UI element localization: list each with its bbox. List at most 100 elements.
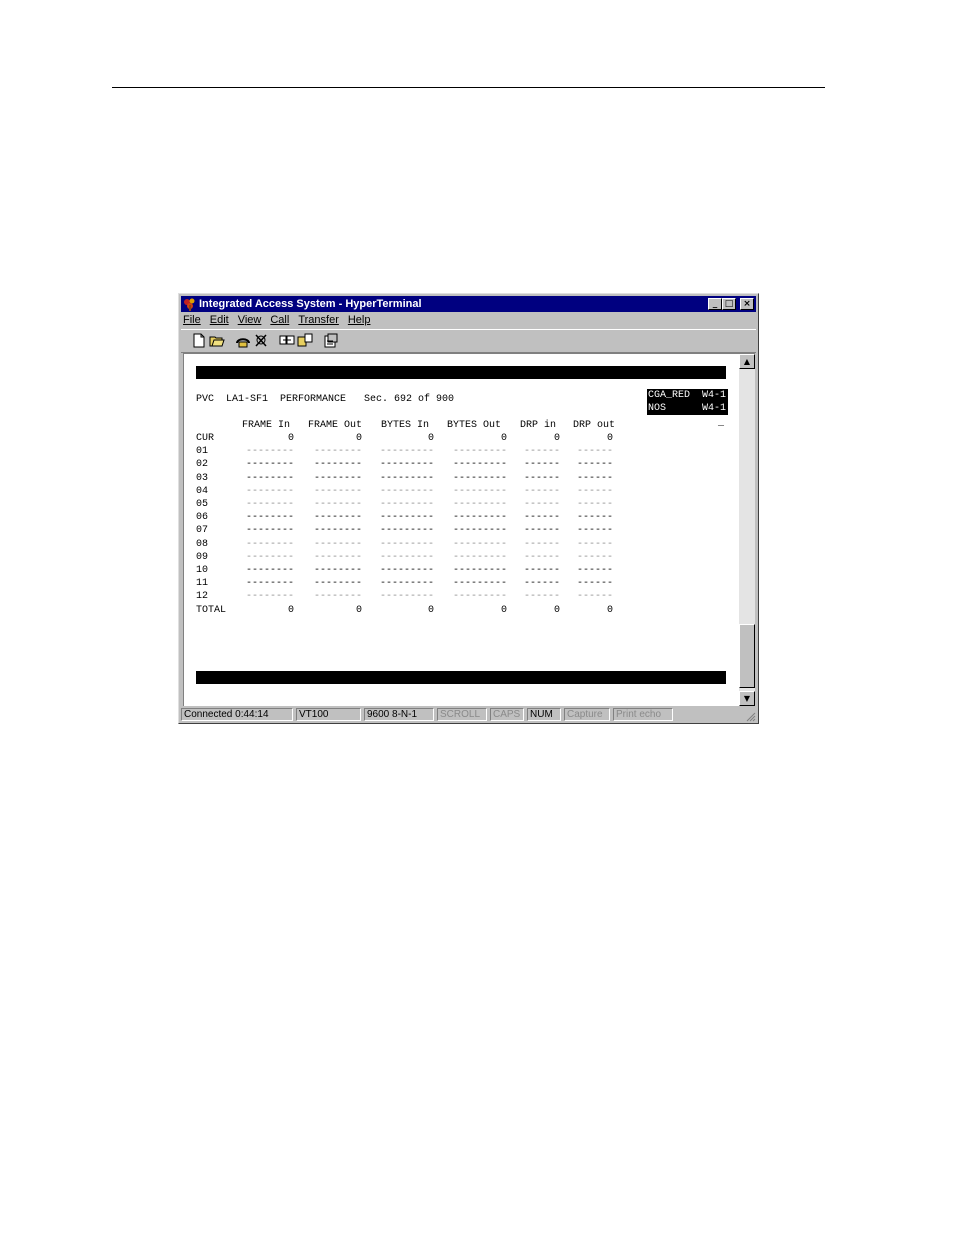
row-interval-12-cell: ------ [523,591,560,603]
row-total-cell: 0 [606,604,613,616]
page-top-rule [112,87,825,88]
menu-call[interactable]: Call [270,314,289,326]
row-interval-05-cell: -------- [245,499,294,510]
send-icon[interactable] [279,333,295,348]
status-port-settings: 9600 8-N-1 [364,708,434,721]
row-total-cell: 0 [500,604,507,616]
row-interval-11-cell: ------ [523,578,560,590]
row-interval-10-cell: ------ [523,565,560,576]
window-title: Integrated Access System - HyperTerminal [199,298,422,310]
scroll-up-arrow-icon[interactable]: ▲ [739,354,755,369]
disconnect-icon[interactable] [253,333,269,348]
row-interval-04-cell: --------- [379,485,434,497]
row-interval-09-cell: ------ [523,551,560,563]
scroll-thumb[interactable] [739,624,755,688]
row-interval-07-cell: --------- [452,525,507,537]
row-interval-05-cell: --------- [452,499,507,510]
row-interval-01-label: 01 [196,446,209,458]
row-interval-01-cell: --------- [452,446,507,458]
row-interval-03-cell: -------- [313,472,362,484]
properties-icon[interactable] [323,333,339,348]
row-interval-08-cell: ------ [576,538,613,550]
row-interval-08-cell: --------- [452,538,507,550]
close-button[interactable]: × [740,298,754,310]
col-bytes-out: BYTES Out [447,420,502,431]
row-interval-06-cell: ------ [576,512,613,524]
row-interval-07-cell: --------- [379,525,434,537]
receive-icon[interactable] [297,333,313,348]
row-interval-12-cell: --------- [452,591,507,603]
menu-help[interactable]: Help [348,314,371,326]
row-interval-11-label: 11 [196,578,209,590]
hyperterminal-app-icon [184,298,195,311]
row-interval-05-cell: --------- [379,499,434,510]
row-total-label: TOTAL [196,604,227,616]
col-bytes-in: BYTES In [381,420,430,431]
menu-edit[interactable]: Edit [210,314,229,326]
row-interval-08-cell: --------- [379,538,434,550]
menu-transfer[interactable]: Transfer [298,314,339,326]
row-total-cell: 0 [553,604,560,616]
row-interval-02-cell: ------ [523,459,560,471]
row-cur-cell: 0 [287,433,294,444]
row-interval-07-cell: ------ [523,525,560,537]
scroll-down-arrow-icon[interactable]: ▼ [739,691,755,706]
alarm-nos: NOS W4-1 [647,402,728,415]
connect-icon[interactable] [235,333,251,348]
row-total-cell: 0 [287,604,294,616]
menu-view[interactable]: View [238,314,262,326]
row-interval-02-cell: -------- [313,459,362,471]
header-location: unknown [202,380,245,391]
status-capture: Capture [564,708,610,721]
title-bar[interactable]: Integrated Access System - HyperTerminal… [181,296,756,312]
open-icon[interactable] [209,333,225,348]
row-interval-04-label: 04 [196,485,209,497]
menu-file[interactable]: File [183,314,201,326]
menu-bar: File Edit View Call Transfer Help [183,313,379,328]
col-drp-in: DRP in [520,420,557,431]
row-interval-02-cell: --------- [379,459,434,471]
minimize-button[interactable]: _ [708,298,722,310]
status-num: NUM [527,708,561,721]
row-interval-12-cell: -------- [245,591,294,603]
row-total-cell: 0 [355,604,362,616]
screen-title: PVC LA1-SF1 PERFORMANCE Sec. 692 of 900 [196,394,455,405]
row-interval-04-cell: -------- [245,485,294,497]
command-bar[interactable]: Refresh | Clear | pgUp | pgDn | Main [196,671,726,696]
row-interval-05-label: 05 [196,499,209,510]
command-bar-text: Refresh | Clear | pgUp | pgDn | Main [202,685,419,696]
header-revision: Rev B7-0 Ser 00473 [462,406,577,417]
maximize-button[interactable]: □ [722,298,736,310]
row-interval-07-label: 07 [196,525,209,537]
row-interval-03-cell: -------- [245,472,294,484]
row-interval-03-cell: ------ [576,472,613,484]
row-interval-09-cell: ------ [576,551,613,563]
row-interval-10-cell: -------- [245,565,294,576]
row-interval-05-cell: -------- [313,499,362,510]
row-cur-cell: 0 [355,433,362,444]
row-interval-04-cell: ------ [523,485,560,497]
row-interval-04-cell: -------- [313,485,362,497]
row-interval-08-cell: ------ [523,538,560,550]
status-scroll: SCROLL [437,708,487,721]
row-cur-cell: 0 [500,433,507,444]
row-interval-01-cell: -------- [245,446,294,458]
vertical-scrollbar[interactable]: ▲ ▼ [739,354,755,706]
resize-grip-icon[interactable] [744,710,756,722]
row-interval-10-label: 10 [196,565,209,576]
row-interval-04-cell: --------- [452,485,507,497]
row-interval-11-cell: -------- [245,578,294,590]
row-interval-11-cell: --------- [452,578,507,590]
row-interval-06-cell: -------- [245,512,294,524]
row-cur-cell: 0 [427,433,434,444]
row-interval-08-cell: -------- [313,538,362,550]
row-interval-12-cell: ------ [576,591,613,603]
row-interval-10-cell: --------- [452,565,507,576]
row-interval-09-cell: --------- [452,551,507,563]
row-interval-06-label: 06 [196,512,209,524]
hyperterminal-window: Integrated Access System - HyperTerminal… [178,293,759,724]
terminal-area[interactable]: unknown | P3 IPR-Z Rev B7-0 Ser 00473 | … [183,353,755,706]
new-icon[interactable] [191,333,207,348]
row-cur-cell: 0 [553,433,560,444]
row-interval-06-cell: ------ [523,512,560,524]
